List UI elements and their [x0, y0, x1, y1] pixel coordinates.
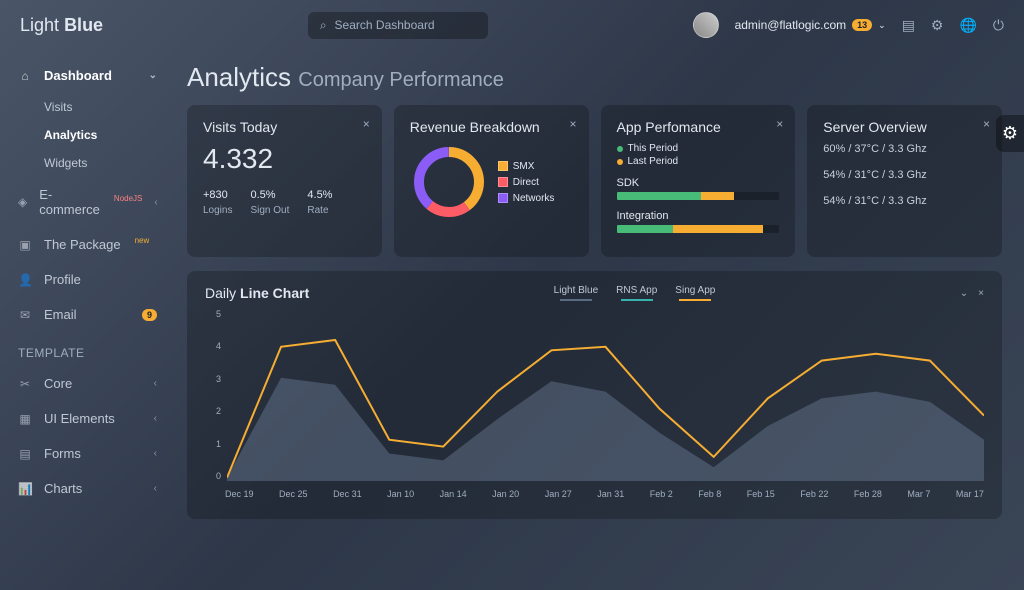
sidebar: ⌂Dashboard⌄ Visits Analytics Widgets ◈E-…	[0, 50, 175, 590]
globe-icon[interactable]: 🌐	[959, 17, 976, 34]
power-icon[interactable]: ⏻	[993, 17, 1004, 34]
grid-icon: ▦	[18, 412, 32, 426]
home-icon: ⌂	[18, 69, 32, 83]
avatar[interactable]	[693, 12, 719, 38]
legend-this-period: This Period	[617, 143, 780, 154]
user-icon: 👤	[18, 273, 32, 287]
user-email: admin@flatlogic.com	[735, 18, 847, 32]
legend-direct: Direct	[498, 177, 555, 188]
legend-smx: SMX	[498, 161, 555, 172]
stat-logins: +830Logins	[203, 189, 232, 216]
card-title: Server Overview	[823, 119, 986, 135]
sidebar-item-visits[interactable]: Visits	[0, 93, 175, 121]
x-axis: Dec 19Dec 25Dec 31Jan 10Jan 14Jan 20Jan …	[225, 489, 984, 499]
chevron-right-icon: ‹	[154, 483, 157, 494]
legend-networks: Networks	[498, 193, 555, 204]
legend-light-blue[interactable]: Light Blue	[554, 285, 598, 301]
sidebar-item-email[interactable]: ✉Email9	[0, 297, 175, 332]
chevron-right-icon: ‹	[154, 448, 157, 459]
tools-icon: ✂	[18, 377, 32, 391]
close-icon[interactable]: ×	[569, 117, 576, 131]
sidebar-item-profile[interactable]: 👤Profile	[0, 262, 175, 297]
diamond-icon: ◈	[18, 195, 27, 209]
chart-title: Daily Line Chart	[205, 285, 309, 301]
user-menu[interactable]: admin@flatlogic.com 13 ⌄	[735, 18, 886, 32]
server-stat-2: 54% / 31°C / 3.3 Ghz	[823, 169, 986, 181]
label-sdk: SDK	[617, 177, 780, 189]
app-logo[interactable]: Light Blue	[20, 15, 103, 36]
plot-area	[227, 309, 984, 481]
card-title: App Perfomance	[617, 119, 780, 135]
card-server-overview: × Server Overview 60% / 37°C / 3.3 Ghz 5…	[807, 105, 1002, 257]
search-placeholder: Search Dashboard	[335, 18, 435, 32]
bar-sdk	[617, 192, 780, 200]
settings-float-icon[interactable]: ⚙	[996, 115, 1024, 152]
email-count-badge: 9	[142, 309, 157, 321]
stat-signout: 0.5%Sign Out	[250, 189, 289, 216]
sidebar-item-core[interactable]: ✂Core‹	[0, 366, 175, 401]
sidebar-item-widgets[interactable]: Widgets	[0, 149, 175, 177]
notification-count-badge: 13	[852, 19, 872, 31]
search-icon: ⌕	[320, 18, 327, 33]
chevron-right-icon: ‹	[154, 378, 157, 389]
card-title: Revenue Breakdown	[410, 119, 573, 135]
card-title: Visits Today	[203, 119, 366, 135]
chart-icon: 📊	[18, 482, 32, 496]
close-icon[interactable]: ×	[983, 117, 990, 131]
chevron-down-icon: ⌄	[149, 70, 157, 81]
sidebar-item-forms[interactable]: ▤Forms‹	[0, 436, 175, 471]
settings-icon[interactable]: ⚙	[931, 17, 944, 34]
close-icon[interactable]: ×	[363, 117, 370, 131]
badge-new: new	[135, 236, 150, 245]
card-revenue-breakdown: × Revenue Breakdown SMX Direct Networks	[394, 105, 589, 257]
chevron-down-icon: ⌄	[878, 20, 886, 31]
chevron-down-icon[interactable]: ⌄	[960, 288, 968, 299]
mail-icon: ✉	[18, 308, 32, 322]
legend-last-period: Last Period	[617, 156, 780, 167]
form-icon: ▤	[18, 447, 32, 461]
y-axis: 543210	[205, 309, 221, 481]
package-icon: ▣	[18, 238, 32, 252]
page-title: Analytics Company Performance	[187, 62, 1002, 93]
server-stat-1: 60% / 37°C / 3.3 Ghz	[823, 143, 986, 155]
sidebar-section-template: TEMPLATE	[0, 332, 175, 366]
chat-icon[interactable]: ▤	[902, 17, 915, 34]
sidebar-item-analytics[interactable]: Analytics	[0, 121, 175, 149]
card-visits-today: × Visits Today 4.332 +830Logins 0.5%Sign…	[187, 105, 382, 257]
sidebar-item-dashboard[interactable]: ⌂Dashboard⌄	[0, 58, 175, 93]
legend-rns-app[interactable]: RNS App	[616, 285, 657, 301]
legend-sing-app[interactable]: Sing App	[675, 285, 715, 301]
badge-nodejs: NodeJS	[114, 194, 142, 203]
chevron-right-icon: ‹	[154, 413, 157, 424]
search-input[interactable]: ⌕ Search Dashboard	[308, 12, 488, 39]
card-daily-line-chart: Daily Line Chart Light Blue RNS App Sing…	[187, 271, 1002, 519]
donut-chart	[410, 143, 488, 221]
server-stat-3: 54% / 31°C / 3.3 Ghz	[823, 195, 986, 207]
close-icon[interactable]: ×	[776, 117, 783, 131]
stat-rate: 4.5%Rate	[307, 189, 332, 216]
chevron-right-icon: ‹	[154, 197, 157, 208]
label-integration: Integration	[617, 210, 780, 222]
sidebar-item-ecommerce[interactable]: ◈E-commerceNodeJS‹	[0, 177, 175, 227]
visits-value: 4.332	[203, 143, 366, 175]
bar-integration	[617, 225, 780, 233]
card-app-performance: × App Perfomance This Period Last Period…	[601, 105, 796, 257]
sidebar-item-charts[interactable]: 📊Charts‹	[0, 471, 175, 506]
sidebar-item-package[interactable]: ▣The Packagenew	[0, 227, 175, 262]
close-icon[interactable]: ×	[978, 288, 984, 299]
sidebar-item-ui-elements[interactable]: ▦UI Elements‹	[0, 401, 175, 436]
